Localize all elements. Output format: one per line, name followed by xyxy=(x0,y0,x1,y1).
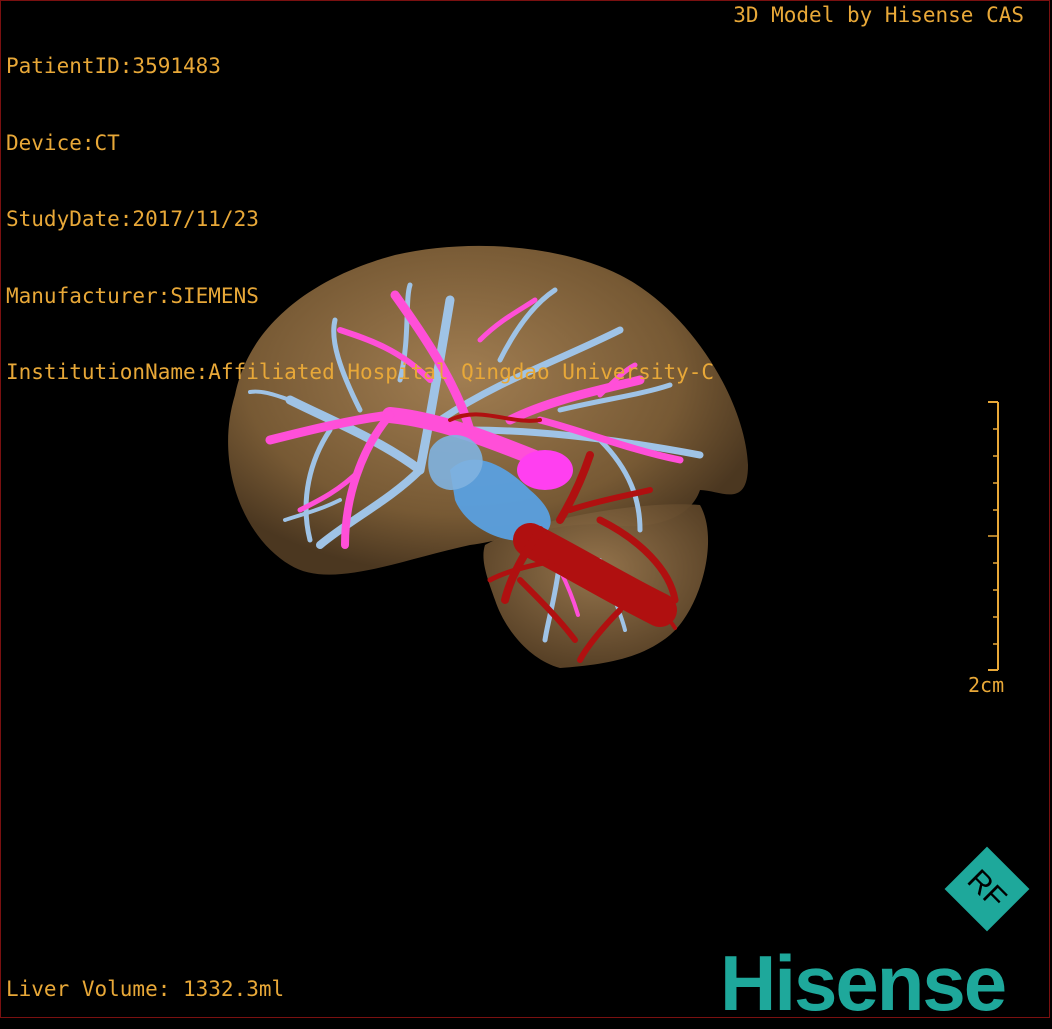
scale-bar xyxy=(988,401,999,671)
model-credit: 3D Model by Hisense CAS xyxy=(733,3,1024,27)
liver-volume-label: Liver Volume: 1332.3ml xyxy=(6,977,285,1001)
institution-label: InstitutionName:Affiliated Hospital Qing… xyxy=(6,360,715,384)
portal-vein-confluence xyxy=(517,450,573,490)
hisense-logo: Hisense xyxy=(720,939,1007,1027)
study-date-label: StudyDate:2017/11/23 xyxy=(6,207,259,231)
manufacturer-label: Manufacturer:SIEMENS xyxy=(6,283,259,308)
rf-badge-icon: RF xyxy=(944,846,1030,932)
dicom-info-panel: PatientID:3591483 Device:CT StudyDate:20… xyxy=(6,3,714,411)
device-label: Device:CT xyxy=(6,130,120,155)
patient-id-label: PatientID:3591483 xyxy=(6,54,221,78)
scale-bar-label: 2cm xyxy=(968,673,1005,697)
